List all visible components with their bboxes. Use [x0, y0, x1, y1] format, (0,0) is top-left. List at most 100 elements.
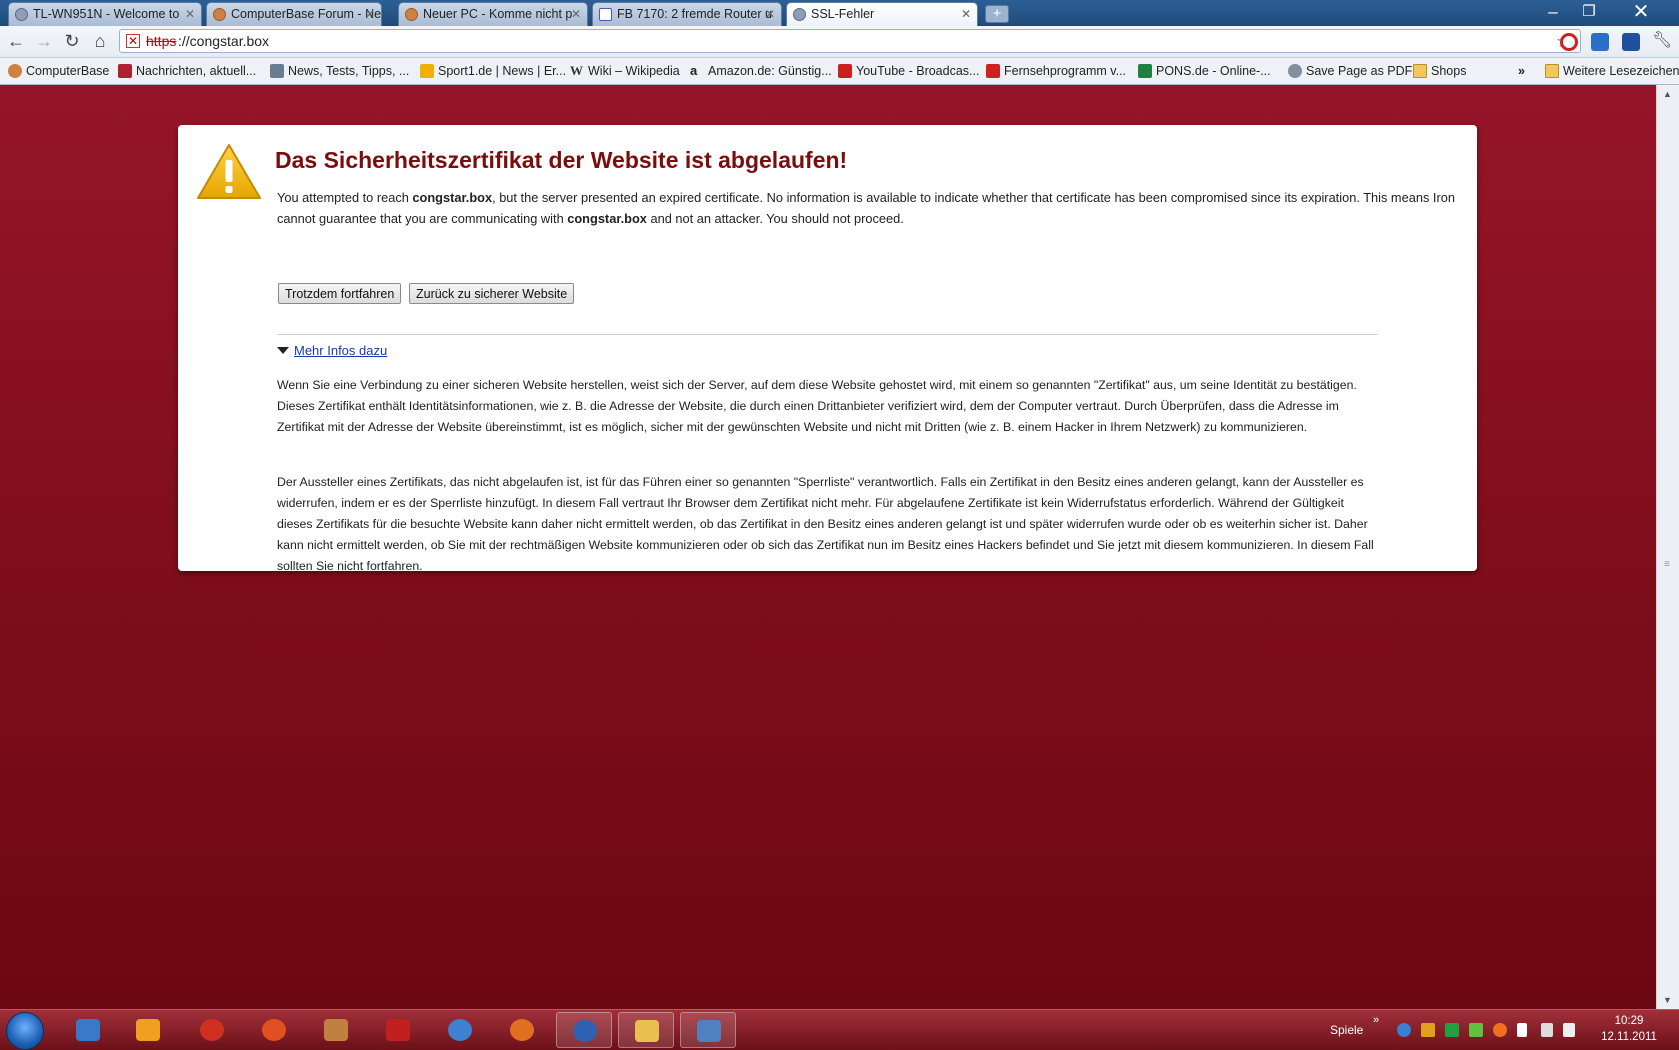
bookmark-label: YouTube - Broadcas... — [856, 64, 980, 78]
url-protocol: https — [146, 33, 177, 49]
taskbar-app-tool[interactable] — [680, 1012, 736, 1048]
scroll-up-arrow-icon[interactable]: ▲ — [1663, 89, 1672, 99]
bookmark-label: Shops — [1431, 64, 1467, 78]
explorer-icon — [635, 1020, 659, 1042]
new-tab-button[interactable]: + — [985, 5, 1009, 23]
description-text: and not an attacker. You should not proc… — [646, 211, 904, 226]
close-tab-icon[interactable]: ✕ — [365, 3, 375, 25]
folder-icon — [1545, 64, 1559, 78]
close-tab-icon[interactable]: ✕ — [961, 3, 971, 25]
toolbar-expand-icon[interactable]: » — [1373, 1014, 1379, 1026]
bookmark-wikipedia[interactable]: W Wiki – Wikipedia — [570, 62, 680, 80]
bookmarks-overflow-chevron[interactable]: » — [1518, 62, 1525, 80]
burn-icon — [200, 1019, 224, 1041]
tab-title: Neuer PC - Komme nicht p — [423, 7, 573, 21]
toolbar-spiele[interactable]: Spiele — [1330, 1023, 1363, 1037]
url-host: congstar.box — [189, 33, 270, 49]
scroll-down-arrow-icon[interactable]: ▼ — [1663, 995, 1672, 1005]
tab-fb-7170[interactable]: FB 7170: 2 fremde Router u ✕ — [592, 2, 782, 26]
bookmark-fernsehprogramm[interactable]: Fernsehprogramm v... — [986, 62, 1126, 80]
bookmark-news-tests[interactable]: News, Tests, Tipps, ... — [270, 62, 409, 80]
computerbase-icon — [8, 64, 22, 78]
taskbar-app-media[interactable] — [120, 1012, 176, 1048]
reload-icon[interactable]: ↻ — [62, 31, 82, 51]
system-clock[interactable]: 10:29 12.11.2011 — [1594, 1013, 1664, 1045]
download-extension-icon[interactable] — [1591, 33, 1609, 51]
close-tab-icon[interactable]: ✕ — [185, 3, 195, 25]
adblock-icon[interactable] — [1560, 33, 1578, 51]
chip-icon — [270, 64, 284, 78]
bookmark-sport1[interactable]: Sport1.de | News | Er... — [420, 62, 566, 80]
calendar-icon — [324, 1019, 348, 1041]
triangle-down-icon — [277, 347, 289, 354]
wrench-icon[interactable]: 🔧︎ — [1652, 31, 1672, 51]
board-icon — [386, 1019, 410, 1041]
close-window-icon[interactable]: ✕ — [1627, 2, 1655, 22]
youtube-icon — [838, 64, 852, 78]
home-icon[interactable]: ⌂ — [90, 31, 110, 51]
tray-grid-icon[interactable] — [1421, 1023, 1435, 1037]
start-button[interactable] — [6, 1012, 44, 1050]
ssl-error-card: Das Sicherheitszertifikat der Website is… — [178, 125, 1477, 573]
address-bar[interactable]: ✕ https ://congstar.box ☆ — [119, 29, 1581, 53]
taskbar-app-iron-browser[interactable] — [556, 1012, 612, 1048]
minimize-icon[interactable]: – — [1539, 2, 1567, 22]
tab-tl-wn951n[interactable]: TL-WN951N - Welcome to ✕ — [8, 2, 202, 26]
bookmark-label: Weitere Lesezeichen — [1563, 64, 1679, 78]
paint-icon — [262, 1019, 286, 1041]
scroll-grip-icon[interactable]: ≡ — [1664, 559, 1670, 570]
pdf-icon — [599, 8, 612, 21]
tray-security-icon[interactable] — [1469, 1023, 1483, 1037]
news-icon — [118, 64, 132, 78]
taskbar-app-burn[interactable] — [184, 1012, 240, 1048]
taskbar-app-downloads[interactable] — [60, 1012, 116, 1048]
other-bookmarks-folder[interactable]: Weitere Lesezeichen — [1545, 62, 1679, 80]
maximize-icon[interactable]: ❐ — [1575, 2, 1603, 22]
taskbar-app-board[interactable] — [370, 1012, 426, 1048]
taskbar-app-messenger[interactable] — [432, 1012, 488, 1048]
firefox-icon — [510, 1019, 534, 1041]
bookmark-pons[interactable]: PONS.de - Online-... — [1138, 62, 1271, 80]
bookmark-save-pdf[interactable]: Save Page as PDF — [1288, 62, 1412, 80]
tab-title: FB 7170: 2 fremde Router u — [617, 7, 772, 21]
taskbar-app-explorer[interactable] — [618, 1012, 674, 1048]
taskbar-app-calendar[interactable] — [308, 1012, 364, 1048]
tab-ssl-fehler[interactable]: SSL-Fehler ✕ — [786, 2, 978, 26]
bookmark-amazon[interactable]: a Amazon.de: Günstig... — [690, 62, 832, 80]
tab-neuer-pc[interactable]: Neuer PC - Komme nicht p ✕ — [398, 2, 588, 26]
tab-title: TL-WN951N - Welcome to — [33, 7, 180, 21]
volume-icon[interactable] — [1563, 1023, 1575, 1037]
action-center-flag-icon[interactable] — [1517, 1023, 1527, 1037]
tray-network-app-icon[interactable] — [1397, 1023, 1411, 1037]
taskbar-app-firefox[interactable] — [494, 1012, 550, 1048]
forward-arrow-icon[interactable]: → — [34, 31, 54, 51]
pons-icon — [1138, 64, 1152, 78]
bookmark-computerbase[interactable]: ComputerBase — [8, 62, 109, 80]
back-to-safety-button[interactable]: Zurück zu sicherer Website — [409, 283, 575, 304]
vertical-scrollbar[interactable]: ▲ ≡ ▼ — [1656, 85, 1679, 1009]
tv-icon — [986, 64, 1000, 78]
proceed-anyway-button[interactable]: Trotzdem fortfahren — [278, 283, 402, 304]
taskbar-app-paint[interactable] — [246, 1012, 302, 1048]
tab-computerbase-forum[interactable]: ComputerBase Forum - Neu ✕ — [206, 2, 382, 26]
bookmark-label: Save Page as PDF — [1306, 64, 1413, 78]
stats-extension-icon[interactable] — [1622, 33, 1640, 51]
signal-strength-icon[interactable] — [1541, 1023, 1553, 1037]
bookmark-label: Wiki – Wikipedia — [588, 64, 680, 78]
bookmark-nachrichten[interactable]: Nachrichten, aktuell... — [118, 62, 256, 80]
folder-icon — [1413, 64, 1427, 78]
bookmark-youtube[interactable]: YouTube - Broadcas... — [838, 62, 979, 80]
back-arrow-icon[interactable]: ← — [6, 31, 26, 51]
downloads-icon — [76, 1019, 100, 1041]
divider — [277, 334, 1378, 335]
broken-lock-icon[interactable]: ✕ — [126, 34, 140, 48]
more-info-toggle[interactable]: Mehr Infos dazu — [277, 343, 387, 358]
close-tab-icon[interactable]: ✕ — [571, 3, 581, 25]
tray-3g-icon[interactable] — [1445, 1023, 1459, 1037]
tray-update-icon[interactable] — [1493, 1023, 1507, 1037]
host-name: congstar.box — [412, 190, 493, 205]
tab-title: ComputerBase Forum - Neu — [231, 7, 382, 21]
close-tab-icon[interactable]: ✕ — [765, 3, 775, 25]
bookmark-folder-shops[interactable]: Shops — [1413, 62, 1466, 80]
more-info-link[interactable]: Mehr Infos dazu — [294, 343, 387, 358]
